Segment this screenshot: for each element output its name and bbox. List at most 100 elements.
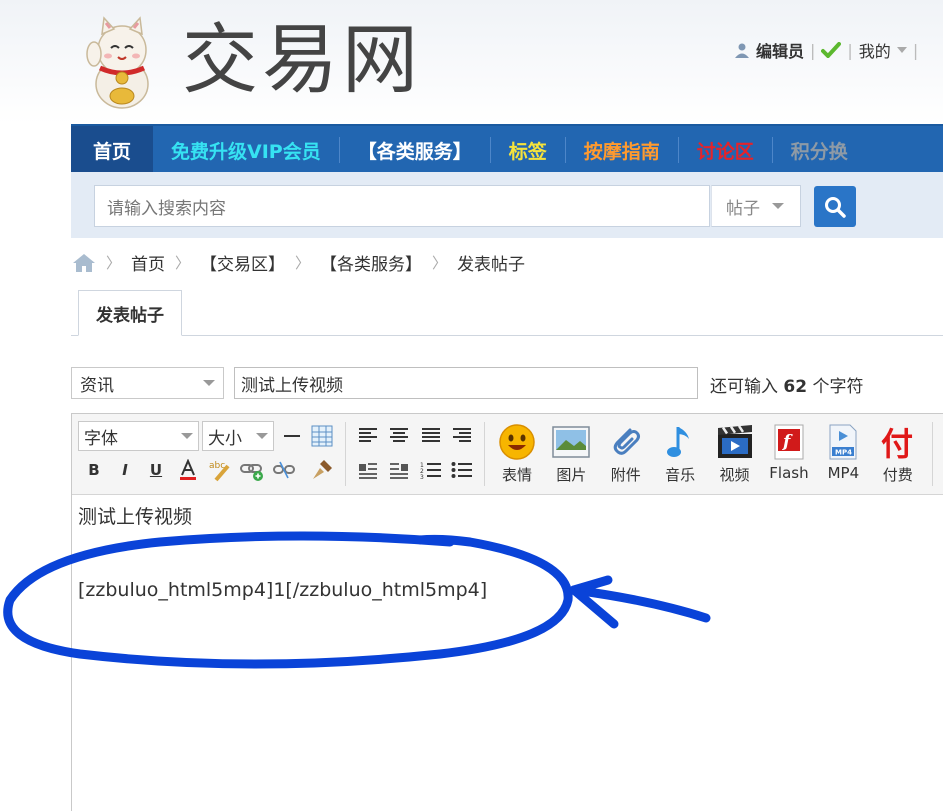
bold-icon[interactable]: B (82, 458, 106, 482)
search-scope-label: 帖子 (726, 198, 760, 219)
search-input[interactable]: 请输入搜索内容 (94, 185, 710, 227)
paid-icon: 付 (878, 422, 918, 462)
search-icon (825, 196, 846, 218)
text-color-icon[interactable] (176, 458, 200, 482)
emoji-button[interactable]: 表情 (492, 422, 542, 485)
chevron-down-icon (181, 433, 193, 439)
lucky-cat-logo-icon[interactable] (86, 14, 156, 110)
float-left-icon[interactable] (356, 458, 380, 482)
nav-item-label: 首页 (93, 140, 132, 163)
align-center-icon[interactable] (387, 424, 411, 448)
toolbar-divider (932, 422, 933, 486)
ordered-list-icon[interactable]: 123 (419, 458, 443, 482)
mp4-button-label: MP4 (827, 464, 860, 482)
breadcrumb-item[interactable]: 【各类服务】 (320, 250, 422, 275)
tab-divider (71, 335, 943, 336)
underline-icon[interactable]: U (144, 458, 168, 482)
paperclip-icon (606, 422, 646, 462)
chevron-down-icon (256, 433, 268, 439)
nav-item-points[interactable]: 积分换 (773, 126, 866, 174)
music-button[interactable]: 音乐 (655, 422, 705, 485)
breadcrumb-item[interactable]: 【交易区】 (200, 250, 285, 275)
flash-icon: f (769, 422, 809, 462)
font-size-label: 大小 (208, 428, 242, 449)
image-button-label: 图片 (556, 466, 587, 484)
table-icon[interactable] (310, 424, 334, 448)
nav-item-tags[interactable]: 标签 (491, 126, 565, 174)
search-button[interactable] (814, 186, 856, 227)
paid-content-button-label: 付费 (882, 466, 913, 484)
editor-text-line: 测试上传视频 (78, 506, 193, 528)
attachment-button[interactable]: 附件 (601, 422, 651, 485)
insert-button-group: 表情 图片 附件 音乐 视频 f Flash MP4 MP4 付 付费 (492, 422, 923, 485)
chevron-down-icon (772, 203, 784, 209)
site-logo-text[interactable]: 交易网 (182, 12, 422, 108)
nav-item-label: 【各类服务】 (357, 140, 472, 163)
my-menu-link[interactable]: 我的 (859, 38, 891, 62)
svg-text:3: 3 (420, 474, 424, 480)
search-scope-select[interactable]: 帖子 (711, 185, 801, 227)
flash-button-label: Flash (769, 464, 809, 482)
home-icon[interactable] (72, 253, 96, 273)
nav-item-services[interactable]: 【各类服务】 (340, 126, 490, 174)
font-family-select[interactable]: 字体 (78, 421, 199, 451)
main-nav: 首页 免费升级VIP会员 【各类服务】 标签 按摩指南 讨论区 积分换 (71, 124, 943, 174)
user-bar: 编辑员 | | 我的 | (734, 38, 918, 62)
editor-toolbar: 字体 大小 B I U abc 1 2 3 表情 图片 附件 音乐 视频 f F… (72, 414, 943, 495)
nav-item-label: 标签 (508, 140, 547, 163)
username-link[interactable]: 编辑员 (756, 38, 804, 62)
mp4-icon: MP4 (823, 422, 863, 462)
video-button[interactable]: 视频 (710, 422, 760, 485)
breadcrumb-current: 发表帖子 (457, 255, 526, 275)
emoji-button-label: 表情 (501, 466, 532, 484)
attachment-button-label: 附件 (610, 466, 641, 484)
unordered-list-icon[interactable] (450, 458, 474, 482)
breadcrumb-separator: 〉 (106, 254, 122, 272)
toolbar-divider (345, 422, 346, 486)
italic-icon[interactable]: I (113, 458, 137, 482)
tab-new-post[interactable]: 发表帖子 (78, 290, 182, 336)
nav-item-home[interactable]: 首页 (71, 126, 154, 174)
align-justify-icon[interactable] (419, 424, 443, 448)
image-button[interactable]: 图片 (546, 422, 596, 485)
breadcrumb-separator: 〉 (432, 254, 448, 272)
category-select[interactable]: 资讯 (71, 367, 224, 399)
breadcrumb: 〉 首页 〉 【交易区】 〉 【各类服务】 〉 发表帖子 (72, 250, 525, 275)
format-painter-icon[interactable] (310, 458, 334, 482)
checkmark-icon[interactable] (821, 42, 842, 58)
breadcrumb-separator: 〉 (175, 254, 191, 272)
spellcheck-icon[interactable]: abc (208, 458, 232, 482)
char-count-suffix: 个字符 (812, 377, 864, 397)
chevron-down-icon (896, 47, 907, 53)
paid-content-button[interactable]: 付 付费 (873, 422, 923, 485)
float-right-icon[interactable] (387, 458, 411, 482)
font-size-select[interactable]: 大小 (202, 421, 274, 451)
user-icon (735, 43, 749, 58)
align-left-icon[interactable] (356, 424, 380, 448)
char-count: 还可输入 62 个字符 (710, 372, 863, 397)
post-title-input[interactable]: 测试上传视频 (234, 367, 698, 399)
nav-item-label: 按摩指南 (583, 140, 660, 163)
nav-item-label: 讨论区 (696, 140, 754, 163)
flash-button[interactable]: f Flash (764, 422, 814, 485)
nav-item-vip[interactable]: 免费升级VIP会员 (153, 126, 339, 174)
unlink-icon[interactable] (272, 458, 296, 482)
video-icon (715, 422, 755, 462)
nav-item-massage-guide[interactable]: 按摩指南 (566, 126, 678, 174)
nav-item-label: 免费升级VIP会员 (171, 140, 321, 163)
chevron-down-icon (203, 380, 215, 386)
align-right-icon[interactable] (450, 424, 474, 448)
font-family-label: 字体 (84, 428, 118, 449)
emoji-icon (497, 422, 537, 462)
breadcrumb-item[interactable]: 首页 (131, 250, 165, 275)
divider: | (847, 40, 853, 60)
breadcrumb-separator: 〉 (295, 254, 311, 272)
link-icon[interactable] (240, 458, 264, 482)
mp4-button[interactable]: MP4 MP4 (818, 422, 868, 485)
music-button-label: 音乐 (665, 466, 696, 484)
nav-item-forum[interactable]: 讨论区 (679, 126, 772, 174)
music-note-icon (660, 422, 700, 462)
divider: | (912, 40, 919, 60)
horizontal-rule-icon[interactable] (280, 424, 304, 448)
toolbar-divider (484, 422, 485, 486)
